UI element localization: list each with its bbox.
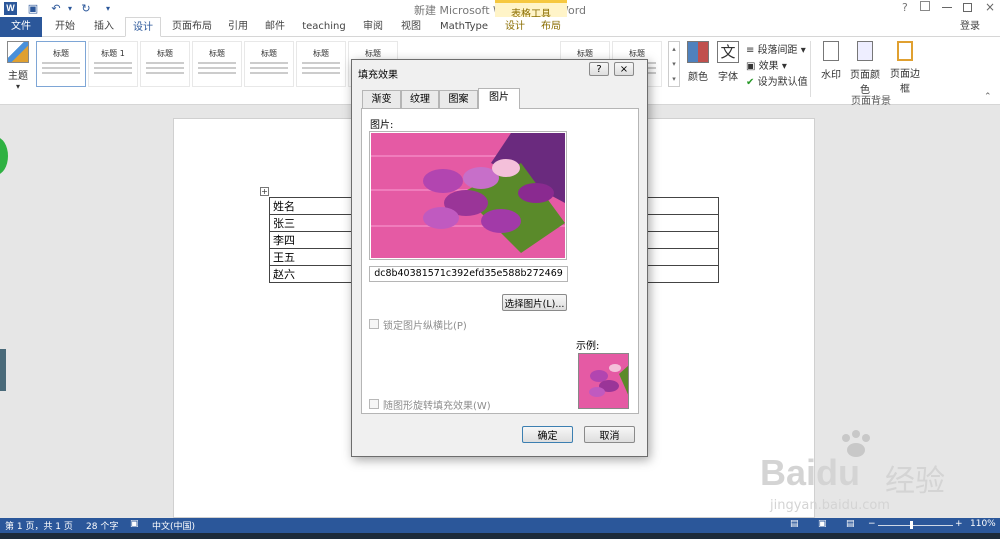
sample-label: 示例: — [576, 341, 600, 352]
baidu-watermark: Baidu 经验 jingyan.baidu.com — [760, 430, 960, 520]
dialog-title: 填充效果 — [358, 70, 398, 81]
tab-references[interactable]: 引用 — [222, 17, 254, 37]
collapse-ribbon-icon[interactable]: ⌃ — [984, 92, 992, 102]
effects-label: 效果 — [758, 61, 779, 72]
login-link[interactable]: 登录 — [952, 17, 988, 37]
tab-page-layout[interactable]: 页面布局 — [165, 17, 219, 37]
fonts-label: 字体 — [718, 72, 738, 83]
tab-teaching[interactable]: teaching — [299, 17, 349, 37]
ribbon-display-icon[interactable] — [920, 1, 930, 11]
rotate-fill-checkbox[interactable] — [369, 399, 379, 409]
watermark-brand: Baidu — [760, 452, 861, 493]
fonts-icon: 文 — [717, 41, 739, 63]
tab-review[interactable]: 审阅 — [357, 17, 389, 37]
watermark-button[interactable]: 水印 — [818, 41, 844, 81]
zoom-in-icon[interactable]: + — [955, 519, 963, 529]
fill-effects-dialog: 填充效果 ? × 渐变 纹理 图案 图片 图片: dc8b40381571c39… — [351, 59, 648, 457]
watermark-brand-cn: 经验 — [885, 464, 945, 499]
tab-file[interactable]: 文件 — [0, 17, 42, 37]
sample-preview — [578, 353, 629, 409]
zoom-level[interactable]: 110% — [970, 519, 996, 529]
tab-view[interactable]: 视图 — [395, 17, 427, 37]
tab-table-design[interactable]: 设计 — [498, 17, 532, 37]
colors-icon — [687, 41, 709, 63]
tab-mathtype[interactable]: MathType — [436, 17, 492, 37]
styles-gallery-scroll[interactable]: ▴ ▾ ▾ — [668, 41, 680, 87]
proofing-icon[interactable]: ▣ — [130, 519, 139, 529]
tab-picture[interactable]: 图片 — [478, 88, 520, 109]
page-color-icon — [857, 41, 873, 61]
colors-button[interactable]: 颜色 — [684, 41, 712, 83]
colors-label: 颜色 — [688, 72, 708, 83]
check-icon: ✔ — [746, 77, 755, 88]
page-border-button[interactable]: 页面边框 — [886, 41, 924, 95]
watermark-icon — [823, 41, 839, 61]
minimize-icon[interactable] — [942, 7, 952, 8]
tab-gradient[interactable]: 渐变 — [362, 90, 401, 108]
set-default-label: 设为默认值 — [757, 77, 808, 88]
page-border-label: 页面边框 — [890, 69, 920, 95]
zoom-out-icon[interactable]: − — [868, 519, 876, 529]
watermark-url: jingyan.baidu.com — [770, 498, 890, 513]
picture-preview-frame — [369, 131, 567, 260]
language-indicator[interactable]: 中文(中国) — [152, 519, 195, 532]
tab-mailings[interactable]: 邮件 — [259, 17, 291, 37]
restore-icon[interactable] — [963, 3, 972, 12]
tab-design[interactable]: 设计 — [125, 17, 161, 37]
effects-button[interactable]: ▣ 效果 ▾ — [746, 57, 787, 72]
paragraph-spacing-button[interactable]: ≡ 段落间距 ▾ — [746, 41, 806, 56]
tab-table-layout[interactable]: 布局 — [534, 17, 568, 37]
zoom-slider-thumb[interactable] — [910, 521, 913, 529]
status-bar: 第 1 页，共 1 页 28 个字 ▣ 中文(中国) ▤ ▣ ▤ − + 110… — [0, 518, 1000, 533]
table-move-handle-icon[interactable]: + — [260, 187, 269, 196]
theme-dropdown-icon: ▾ — [15, 82, 20, 91]
style-thumb-2[interactable]: 标题 1 — [88, 41, 138, 87]
word-count[interactable]: 28 个字 — [86, 519, 118, 532]
picture-file-name: dc8b40381571c392efd35e588b272469 — [369, 266, 568, 282]
picture-label: 图片: — [370, 120, 394, 131]
select-picture-button[interactable]: 选择图片(L)... — [502, 294, 567, 311]
lock-aspect-label: 锁定图片纵横比(P) — [383, 321, 467, 332]
page-color-button[interactable]: 页面颜色 — [846, 41, 884, 96]
web-layout-icon[interactable]: ▤ — [846, 519, 855, 529]
style-thumb-1[interactable]: 标题 — [36, 41, 86, 87]
side-panel-handle[interactable] — [0, 349, 6, 391]
theme-button[interactable]: 主题 ▾ — [4, 41, 32, 97]
theme-label: 主题 — [8, 71, 28, 82]
set-default-button[interactable]: ✔ 设为默认值 — [746, 73, 808, 88]
style-thumb-4[interactable]: 标题 — [192, 41, 242, 87]
taskbar — [0, 533, 1000, 539]
lock-aspect-checkbox[interactable] — [369, 319, 379, 329]
page-count[interactable]: 第 1 页，共 1 页 — [5, 519, 73, 532]
dialog-close-button[interactable]: × — [614, 62, 634, 76]
theme-icon — [7, 41, 29, 63]
paragraph-spacing-label: 段落间距 — [757, 45, 798, 56]
print-layout-icon[interactable]: ▣ — [818, 519, 827, 529]
read-mode-icon[interactable]: ▤ — [790, 519, 799, 529]
help-button[interactable]: ? — [902, 1, 908, 14]
tab-pattern[interactable]: 图案 — [439, 90, 478, 108]
style-thumb-5[interactable]: 标题 — [244, 41, 294, 87]
tab-texture[interactable]: 纹理 — [401, 90, 439, 108]
ok-button[interactable]: 确定 — [522, 426, 573, 443]
picture-tab-panel: 图片: dc8b40381571c392efd35e588b272469 选择图… — [361, 108, 639, 414]
close-icon[interactable]: × — [985, 0, 995, 14]
tulip-picture — [371, 133, 565, 258]
style-thumb-6[interactable]: 标题 — [296, 41, 346, 87]
ribbon-separator — [810, 41, 811, 97]
tab-home[interactable]: 开始 — [47, 17, 83, 37]
watermark-label: 水印 — [821, 70, 841, 81]
zoom-slider[interactable] — [878, 525, 953, 526]
cancel-button[interactable]: 取消 — [584, 426, 635, 443]
rotate-fill-label: 随图形旋转填充效果(W) — [383, 401, 491, 412]
tab-insert[interactable]: 插入 — [86, 17, 122, 37]
ribbon-tabs: 文件 开始 插入 设计 页面布局 引用 邮件 teaching 审阅 视图 Ma… — [0, 17, 1000, 37]
sample-tulip-picture — [579, 354, 628, 408]
style-thumb-3[interactable]: 标题 — [140, 41, 190, 87]
page-border-icon — [897, 41, 913, 61]
fonts-button[interactable]: 文 字体 — [714, 41, 742, 83]
dialog-help-button[interactable]: ? — [589, 62, 609, 76]
